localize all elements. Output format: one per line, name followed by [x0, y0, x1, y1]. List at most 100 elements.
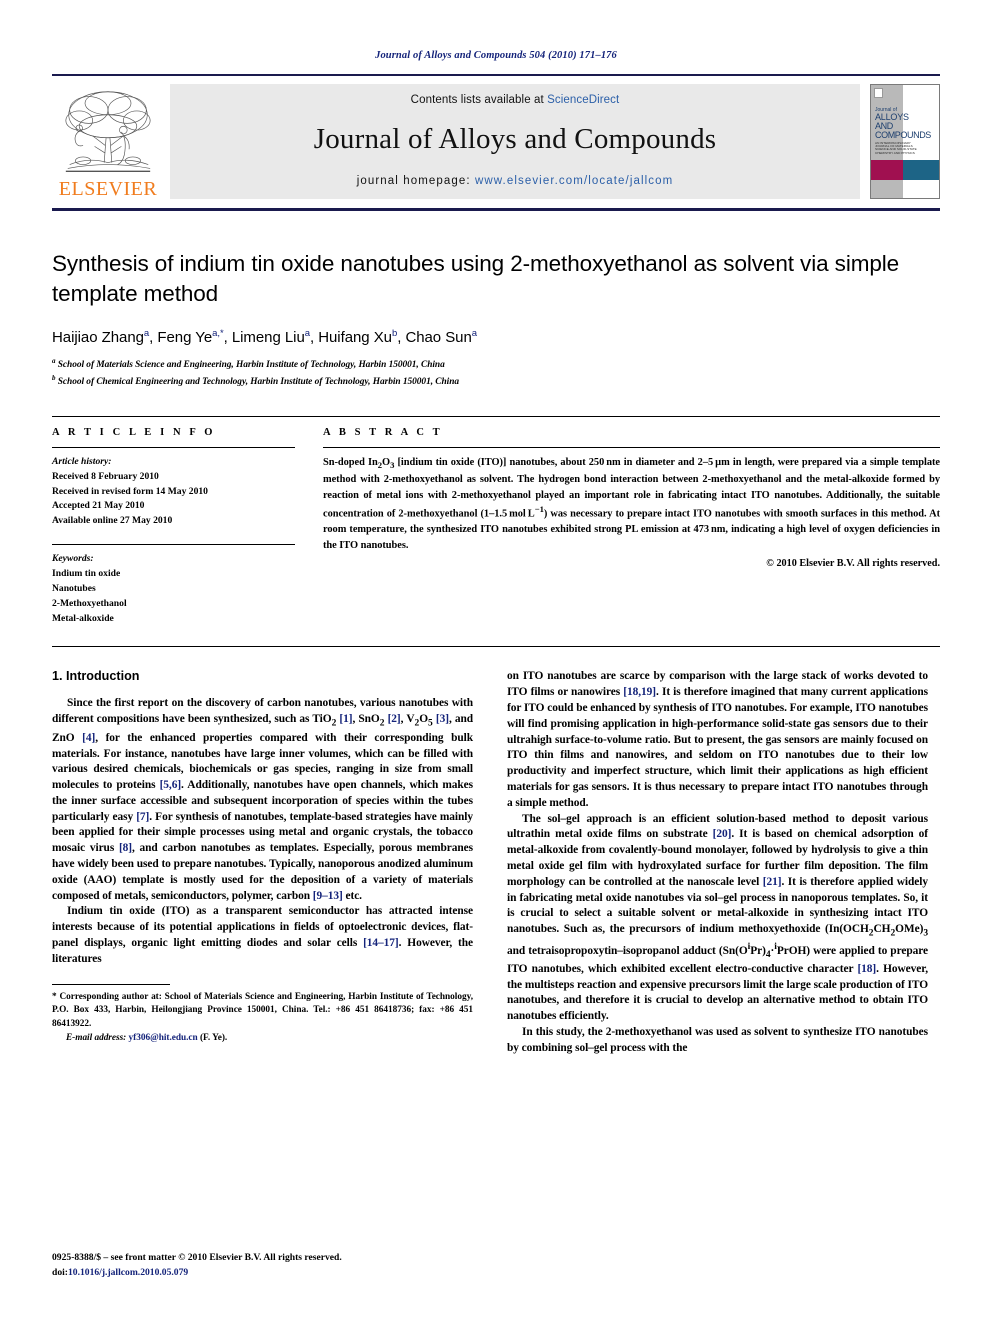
citation-link[interactable]: [2]	[388, 713, 401, 725]
email-link[interactable]: yf306@hit.edu.cn	[129, 1033, 198, 1043]
affiliation-mark: a	[52, 357, 56, 366]
email-label: E-mail address:	[66, 1033, 127, 1044]
citation-link[interactable]: [18]	[857, 963, 876, 975]
divider	[52, 446, 295, 448]
info-abstract-region: A R T I C L E I N F O Article history: R…	[52, 415, 940, 627]
history-item: Received 8 February 2010	[52, 470, 159, 482]
article-info-heading: A R T I C L E I N F O	[52, 426, 216, 438]
elsevier-logo: ELSEVIER	[52, 84, 164, 199]
author-affil-mark: b	[391, 328, 398, 340]
cover-corner-mark	[874, 88, 883, 98]
paragraph: In this study, the 2-methoxyethanol was …	[507, 1026, 928, 1054]
homepage-label: journal homepage:	[356, 175, 475, 187]
paragraph: Indium tin oxide (ITO) as a transparent …	[52, 905, 473, 965]
body-column-right: on ITO nanotubes are scarce by compariso…	[507, 669, 928, 1056]
affiliation-list: a School of Materials Science and Engine…	[52, 356, 940, 390]
citation-link[interactable]: [4]	[82, 732, 95, 744]
affiliation-item: b School of Chemical Engineering and Tec…	[52, 373, 940, 390]
doi-link[interactable]: 10.1016/j.jallcom.2010.05.079	[68, 1267, 188, 1278]
article-history-label: Article history:	[52, 455, 112, 467]
author-affil-mark: a	[471, 328, 477, 340]
cover-cell	[902, 85, 939, 106]
cover-cell	[902, 179, 939, 198]
affiliation-text: School of Materials Science and Engineer…	[57, 360, 445, 371]
author-name: Chao Sun	[405, 329, 472, 347]
body-column-left: 1. Introduction Since the first report o…	[52, 669, 473, 1056]
journal-title: Journal of Alloys and Compounds	[313, 123, 717, 155]
citation-link[interactable]: [20]	[713, 828, 732, 840]
citation-link[interactable]: [1]	[339, 713, 352, 725]
history-item: Received in revised form 14 May 2010	[52, 485, 208, 497]
elsevier-wordmark: ELSEVIER	[58, 178, 158, 200]
running-head: Journal of Alloys and Compounds 504 (201…	[375, 50, 617, 61]
article-info-column: A R T I C L E I N F O Article history: R…	[52, 427, 295, 627]
page-footer: 0925-8388/$ – see front matter © 2010 El…	[52, 1251, 342, 1280]
cover-cell	[902, 159, 939, 180]
keyword-item: Indium tin oxide	[52, 568, 121, 580]
footnote-rule	[52, 983, 170, 985]
history-item: Accepted 21 May 2010	[52, 500, 145, 512]
article-history-block: Article history: Received 8 February 201…	[52, 455, 295, 529]
homepage-url-link[interactable]: www.elsevier.com/locate/jallcom	[475, 175, 673, 187]
cover-cell	[871, 159, 903, 180]
keyword-item: Metal-alkoxide	[52, 612, 114, 624]
footnote-text: * Corresponding author at: School of Mat…	[52, 991, 473, 1029]
page-title: Synthesis of indium tin oxide nanotubes …	[52, 251, 900, 306]
abstract-copyright: © 2010 Elsevier B.V. All rights reserved…	[766, 558, 940, 570]
paragraph: The sol–gel approach is an efficient sol…	[507, 812, 928, 1023]
affiliation-mark: b	[52, 374, 56, 383]
citation-link[interactable]: [8]	[119, 842, 132, 854]
journal-cover-thumbnail: Journal of ALLOYS AND COMPOUNDS AN INTER…	[870, 84, 940, 199]
keywords-block: Keywords: Indium tin oxide Nanotubes 2-M…	[52, 544, 295, 626]
citation-link[interactable]: [7]	[136, 811, 149, 823]
divider	[52, 544, 295, 546]
cover-title-text: Journal of ALLOYS AND COMPOUNDS AN INTER…	[875, 107, 931, 155]
history-item: Available online 27 May 2010	[52, 515, 173, 527]
author-name: Feng Ye	[157, 329, 213, 347]
title-block: Synthesis of indium tin oxide nanotubes …	[52, 249, 940, 390]
keywords-label: Keywords:	[52, 553, 94, 565]
keyword-item: 2-Methoxyethanol	[52, 597, 127, 609]
divider	[52, 646, 940, 648]
citation-link[interactable]: [18,19]	[623, 686, 656, 698]
keyword-item: Nanotubes	[52, 582, 96, 594]
affiliation-text: School of Chemical Engineering and Techn…	[57, 377, 460, 388]
cover-line-3: AND COMPOUNDS	[875, 120, 931, 141]
footnote-email-line: E-mail address: yf306@hit.edu.cn (F. Ye)…	[52, 1032, 473, 1045]
journal-homepage-line: journal homepage: www.elsevier.com/locat…	[357, 175, 674, 187]
citation-link[interactable]: [14–17]	[363, 937, 399, 949]
masthead-center-band: Contents lists available at ScienceDirec…	[170, 84, 860, 199]
author-list: Haijiao Zhanga, Feng Yea,*, Limeng Liua,…	[52, 328, 477, 347]
front-matter-line: 0925-8388/$ – see front matter © 2010 El…	[52, 1252, 342, 1264]
author-name: Haijiao Zhang	[52, 329, 144, 347]
author-name: Limeng Liu	[231, 329, 305, 347]
author-affil-mark: a	[143, 328, 150, 340]
contents-prefix-text: Contents lists available at	[410, 94, 548, 106]
contents-available-line: Contents lists available at ScienceDirec…	[411, 94, 620, 106]
author-affil-mark: a	[304, 328, 310, 340]
affiliation-item: a School of Materials Science and Engine…	[52, 356, 940, 373]
author-affil-mark: a,*	[212, 328, 224, 340]
author-name: Huifang Xu	[318, 329, 392, 347]
journal-masthead: ELSEVIER Contents lists available at Sci…	[52, 74, 940, 211]
body-columns: 1. Introduction Since the first report o…	[52, 669, 940, 1056]
citation-link[interactable]: [3]	[436, 713, 449, 725]
cover-line-4: AN INTERDISCIPLINARY JOURNAL OF MATERIAL…	[875, 141, 917, 155]
doi-line: doi:10.1016/j.jallcom.2010.05.079	[52, 1266, 342, 1280]
doi-label: doi:	[52, 1266, 68, 1278]
article-page: Journal of Alloys and Compounds 504 (201…	[0, 0, 992, 1323]
corresponding-author-footnote: * Corresponding author at: School of Mat…	[52, 983, 473, 1046]
cover-cell	[871, 179, 903, 198]
keywords-body: Keywords: Indium tin oxide Nanotubes 2-M…	[52, 552, 295, 626]
email-suffix: (F. Ye).	[199, 1033, 228, 1044]
abstract-column: A B S T R A C T Sn-doped In2O3 [indium t…	[323, 427, 940, 627]
abstract-text: Sn-doped In2O3 [indium tin oxide (ITO)] …	[323, 456, 940, 551]
citation-link[interactable]: [9–13]	[313, 890, 343, 902]
divider	[323, 446, 940, 448]
citation-link[interactable]: [21]	[763, 876, 782, 888]
sciencedirect-link[interactable]: ScienceDirect	[547, 94, 619, 106]
paragraph: on ITO nanotubes are scarce by compariso…	[507, 670, 928, 809]
abstract-heading: A B S T R A C T	[323, 426, 443, 438]
section-heading-introduction: 1. Introduction	[52, 669, 140, 684]
citation-link[interactable]: [5,6]	[160, 779, 182, 791]
